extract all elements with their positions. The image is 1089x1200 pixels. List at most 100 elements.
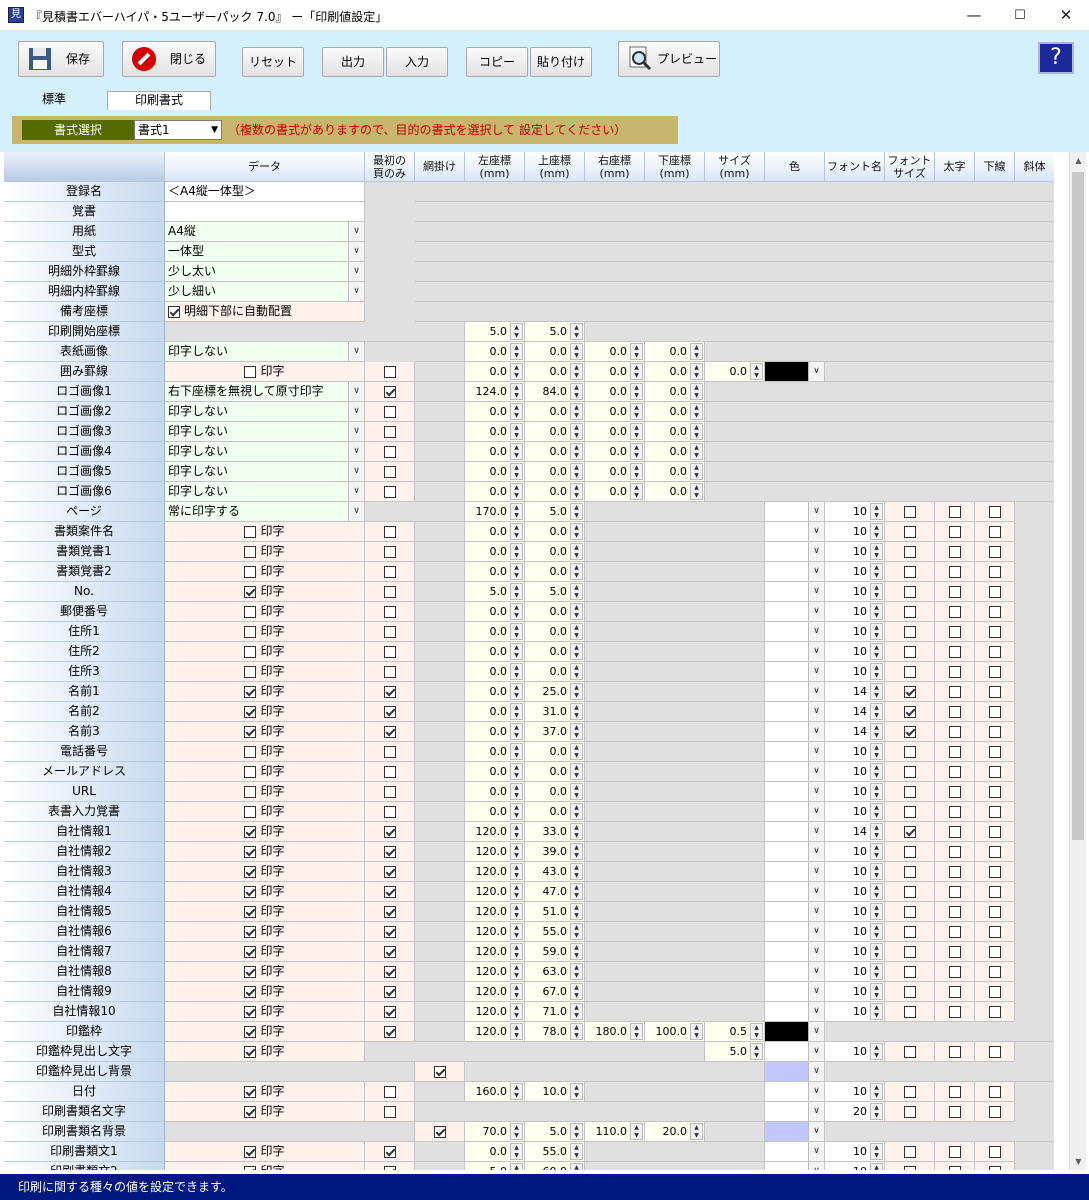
print-checkbox-cell[interactable]: 印字 bbox=[165, 602, 365, 622]
left-spinner[interactable]: 0.0 ▲ ▼ bbox=[465, 642, 525, 662]
first-page-checkbox[interactable] bbox=[383, 485, 396, 498]
top-spinner[interactable]: 55.0 ▲ ▼ bbox=[525, 1142, 585, 1162]
spinner-icon[interactable]: ▲▼ bbox=[510, 503, 523, 520]
bottom-spinner[interactable]: 20.0 ▲ ▼ bbox=[645, 1122, 705, 1142]
spinner-icon[interactable]: ▲▼ bbox=[510, 963, 523, 980]
bold-checkbox[interactable] bbox=[903, 645, 916, 658]
bold-checkbox[interactable] bbox=[903, 1105, 916, 1118]
spinner-icon[interactable]: ▲▼ bbox=[570, 903, 583, 920]
spinner-icon[interactable]: ▲▼ bbox=[510, 323, 523, 340]
chevron-down-icon[interactable]: ∨ bbox=[808, 962, 824, 981]
reset-button[interactable]: リセット bbox=[242, 47, 304, 77]
spinner-icon[interactable]: ▲▼ bbox=[510, 403, 523, 420]
spinner-icon[interactable]: ▲▼ bbox=[570, 983, 583, 1000]
italic-checkbox[interactable] bbox=[988, 785, 1001, 798]
spinner-icon[interactable]: ▲▼ bbox=[570, 783, 583, 800]
left-spinner[interactable]: 120.0 ▲ ▼ bbox=[465, 922, 525, 942]
spinner-icon[interactable]: ▲▼ bbox=[870, 563, 883, 580]
spinner-icon[interactable]: ▲▼ bbox=[870, 663, 883, 680]
spinner-icon[interactable]: ▲▼ bbox=[510, 583, 523, 600]
color-picker[interactable]: ∨ bbox=[765, 1062, 825, 1082]
font-name-select[interactable]: ∨ bbox=[765, 942, 825, 962]
chevron-down-icon[interactable]: ∨ bbox=[808, 622, 824, 641]
chevron-down-icon[interactable]: ∨ bbox=[348, 382, 364, 401]
bottom-spinner[interactable]: 0.0 ▲ ▼ bbox=[645, 342, 705, 362]
bold-checkbox[interactable] bbox=[903, 705, 916, 718]
first-page-checkbox[interactable] bbox=[383, 825, 396, 838]
font-size-spinner[interactable]: 10▲▼ bbox=[825, 942, 885, 962]
spinner-icon[interactable]: ▲▼ bbox=[510, 1003, 523, 1020]
spinner-icon[interactable]: ▲▼ bbox=[570, 1143, 583, 1160]
minimize-button[interactable]: — bbox=[951, 0, 997, 31]
spinner-icon[interactable]: ▲▼ bbox=[630, 423, 643, 440]
spinner-icon[interactable]: ▲▼ bbox=[630, 463, 643, 480]
data-text-input[interactable]: ＜A4縦一体型＞ bbox=[165, 182, 365, 202]
left-spinner[interactable]: 0.0 ▲ ▼ bbox=[465, 802, 525, 822]
top-spinner[interactable]: 0.0 ▲ ▼ bbox=[525, 662, 585, 682]
spinner-icon[interactable]: ▲▼ bbox=[570, 763, 583, 780]
spinner-icon[interactable]: ▲▼ bbox=[870, 623, 883, 640]
print-checkbox-cell[interactable]: 印字 bbox=[165, 1142, 365, 1162]
underline-checkbox[interactable] bbox=[948, 745, 961, 758]
bold-checkbox[interactable] bbox=[903, 545, 916, 558]
spinner-icon[interactable]: ▲▼ bbox=[870, 763, 883, 780]
chevron-down-icon[interactable]: ∨ bbox=[808, 602, 824, 621]
spinner-icon[interactable]: ▲▼ bbox=[870, 743, 883, 760]
print-checkbox[interactable] bbox=[244, 665, 257, 678]
underline-checkbox[interactable] bbox=[948, 565, 961, 578]
italic-checkbox[interactable] bbox=[988, 605, 1001, 618]
font-size-spinner[interactable]: 10▲▼ bbox=[825, 782, 885, 802]
spinner-icon[interactable]: ▲▼ bbox=[750, 1023, 763, 1040]
chevron-down-icon[interactable]: ∨ bbox=[808, 842, 824, 861]
auto-place-checkbox-cell[interactable]: 明細下部に自動配置 bbox=[165, 302, 365, 322]
first-page-checkbox[interactable] bbox=[383, 845, 396, 858]
chevron-down-icon[interactable]: ∨ bbox=[808, 642, 824, 661]
first-page-checkbox[interactable] bbox=[383, 905, 396, 918]
spinner-icon[interactable]: ▲▼ bbox=[510, 343, 523, 360]
print-checkbox-cell[interactable]: 印字 bbox=[165, 742, 365, 762]
spinner-icon[interactable]: ▲▼ bbox=[510, 1143, 523, 1160]
first-page-checkbox[interactable] bbox=[383, 1145, 396, 1158]
font-name-select[interactable]: ∨ bbox=[765, 602, 825, 622]
spinner-icon[interactable]: ▲▼ bbox=[570, 683, 583, 700]
shading-checkbox[interactable] bbox=[433, 1065, 446, 1078]
print-checkbox[interactable] bbox=[244, 525, 257, 538]
spinner-icon[interactable]: ▲▼ bbox=[510, 563, 523, 580]
print-checkbox[interactable] bbox=[244, 1165, 257, 1170]
font-size-spinner[interactable]: 10▲▼ bbox=[825, 1002, 885, 1022]
bold-checkbox[interactable] bbox=[903, 565, 916, 578]
chevron-down-icon[interactable]: ∨ bbox=[808, 762, 824, 781]
spinner-icon[interactable]: ▲▼ bbox=[570, 1163, 583, 1170]
chevron-down-icon[interactable]: ∨ bbox=[808, 902, 824, 921]
spinner-icon[interactable]: ▲▼ bbox=[870, 1163, 883, 1170]
underline-checkbox[interactable] bbox=[948, 685, 961, 698]
spinner-icon[interactable]: ▲▼ bbox=[870, 543, 883, 560]
print-checkbox-cell[interactable]: 印字 bbox=[165, 902, 365, 922]
font-name-select[interactable]: ∨ bbox=[765, 642, 825, 662]
print-checkbox[interactable] bbox=[244, 1085, 257, 1098]
top-spinner[interactable]: 0.0 ▲ ▼ bbox=[525, 342, 585, 362]
bold-checkbox[interactable] bbox=[903, 605, 916, 618]
underline-checkbox[interactable] bbox=[948, 865, 961, 878]
spinner-icon[interactable]: ▲▼ bbox=[570, 623, 583, 640]
bold-checkbox[interactable] bbox=[903, 1085, 916, 1098]
font-name-select[interactable]: ∨ bbox=[765, 782, 825, 802]
spinner-icon[interactable]: ▲▼ bbox=[510, 483, 523, 500]
spinner-icon[interactable]: ▲▼ bbox=[510, 783, 523, 800]
color-picker[interactable]: ∨ bbox=[765, 1122, 825, 1142]
print-checkbox-cell[interactable]: 印字 bbox=[165, 802, 365, 822]
print-checkbox[interactable] bbox=[244, 685, 257, 698]
left-spinner[interactable]: 0.0 ▲ ▼ bbox=[465, 442, 525, 462]
underline-checkbox[interactable] bbox=[948, 665, 961, 678]
print-checkbox-cell[interactable]: 印字 bbox=[165, 582, 365, 602]
print-checkbox-cell[interactable]: 印字 bbox=[165, 962, 365, 982]
underline-checkbox[interactable] bbox=[948, 505, 961, 518]
first-page-checkbox[interactable] bbox=[383, 885, 396, 898]
font-size-spinner[interactable]: 10▲▼ bbox=[825, 1162, 885, 1170]
spinner-icon[interactable]: ▲▼ bbox=[570, 563, 583, 580]
data-select[interactable]: A4縦 ∨ bbox=[165, 222, 365, 242]
print-checkbox-cell[interactable]: 印字 bbox=[165, 1102, 365, 1122]
spinner-icon[interactable]: ▲▼ bbox=[630, 483, 643, 500]
font-size-spinner[interactable]: 10▲▼ bbox=[825, 842, 885, 862]
bold-checkbox[interactable] bbox=[903, 685, 916, 698]
